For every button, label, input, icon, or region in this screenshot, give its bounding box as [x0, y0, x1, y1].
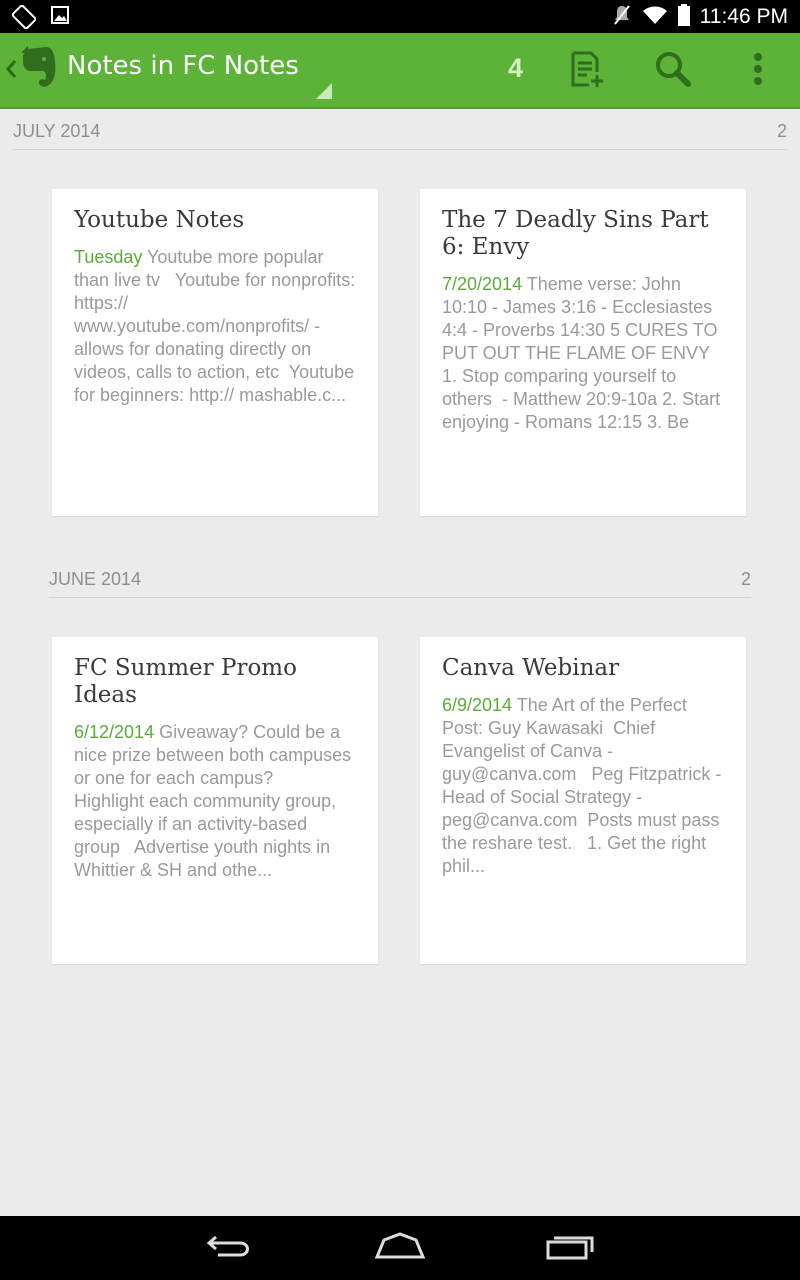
back-icon: [206, 1233, 254, 1263]
note-date: 6/9/2014: [442, 695, 513, 715]
status-bar: 11:46 PM: [0, 0, 800, 33]
note-list[interactable]: JULY 2014 2 Youtube Notes Tuesday Youtub…: [0, 109, 800, 1216]
section-count: 2: [740, 569, 751, 589]
note-title: FC Summer Promo Ideas: [74, 655, 297, 708]
battery-icon: [677, 4, 690, 30]
note-snippet-text: Theme verse: John 10:10 - James 3:16 - E…: [442, 274, 726, 432]
note-snippet-text: Giveaway? Could be a nice prize between …: [74, 722, 357, 880]
note-date: Tuesday: [74, 247, 143, 267]
screen-rotate-icon: [11, 4, 37, 33]
note-card-youtube-notes[interactable]: Youtube Notes Tuesday Youtube more popul…: [52, 189, 378, 516]
note-date: 6/12/2014: [74, 722, 155, 742]
mute-icon: [612, 4, 632, 30]
section-count: 2: [776, 121, 787, 141]
note-title: The 7 Deadly Sins Part 6: Envy: [442, 207, 709, 260]
image-icon: [50, 5, 70, 33]
note-date: 7/20/2014: [442, 274, 523, 294]
overflow-menu-button[interactable]: [736, 49, 780, 93]
home-icon: [374, 1232, 426, 1264]
note-title: Youtube Notes: [74, 207, 245, 233]
note-snippet: 6/12/2014 Giveaway? Could be a nice priz…: [74, 721, 356, 882]
overflow-menu-icon: [752, 52, 764, 90]
note-snippet: 6/9/2014 The Art of the Perfect Post: Gu…: [442, 694, 724, 878]
section-header-june-2014: JUNE 2014 2: [49, 557, 751, 598]
note-card-deadly-sins-envy[interactable]: The 7 Deadly Sins Part 6: Envy 7/20/2014…: [420, 189, 746, 516]
recent-apps-icon: [546, 1232, 594, 1264]
system-nav-bar: [0, 1216, 800, 1280]
new-note-icon: [567, 50, 605, 92]
clock: 11:46 PM: [699, 5, 788, 28]
note-card-canva-webinar[interactable]: Canva Webinar 6/9/2014 The Art of the Pe…: [420, 637, 746, 964]
back-button[interactable]: [200, 1228, 260, 1268]
wifi-icon: [642, 5, 668, 29]
dropdown-triangle-icon[interactable]: [316, 83, 332, 99]
note-card-fc-summer-promo[interactable]: FC Summer Promo Ideas 6/12/2014 Giveaway…: [52, 637, 378, 964]
section-label: JUNE 2014: [49, 569, 142, 589]
search-button[interactable]: [651, 49, 695, 93]
note-snippet-text: Youtube more popular than live tv Youtub…: [74, 247, 361, 405]
home-button[interactable]: [370, 1228, 430, 1268]
note-snippet: 7/20/2014 Theme verse: John 10:10 - Jame…: [442, 273, 724, 434]
notebook-title[interactable]: Notes in FC Notes: [67, 51, 299, 81]
section-header-july-2014: JULY 2014 2: [13, 109, 787, 150]
search-icon: [654, 50, 692, 92]
action-bar: Notes in FC Notes 4: [0, 33, 800, 109]
evernote-elephant-icon[interactable]: [18, 45, 58, 91]
note-count: 4: [508, 53, 524, 83]
back-chevron-icon[interactable]: [4, 55, 18, 83]
note-snippet-text: The Art of the Perfect Post: Guy Kawasak…: [442, 695, 727, 876]
section-label: JULY 2014: [13, 121, 101, 141]
new-note-button[interactable]: [564, 49, 608, 93]
recent-apps-button[interactable]: [540, 1228, 600, 1268]
note-snippet: Tuesday Youtube more popular than live t…: [74, 246, 356, 407]
note-title: Canva Webinar: [442, 655, 620, 681]
